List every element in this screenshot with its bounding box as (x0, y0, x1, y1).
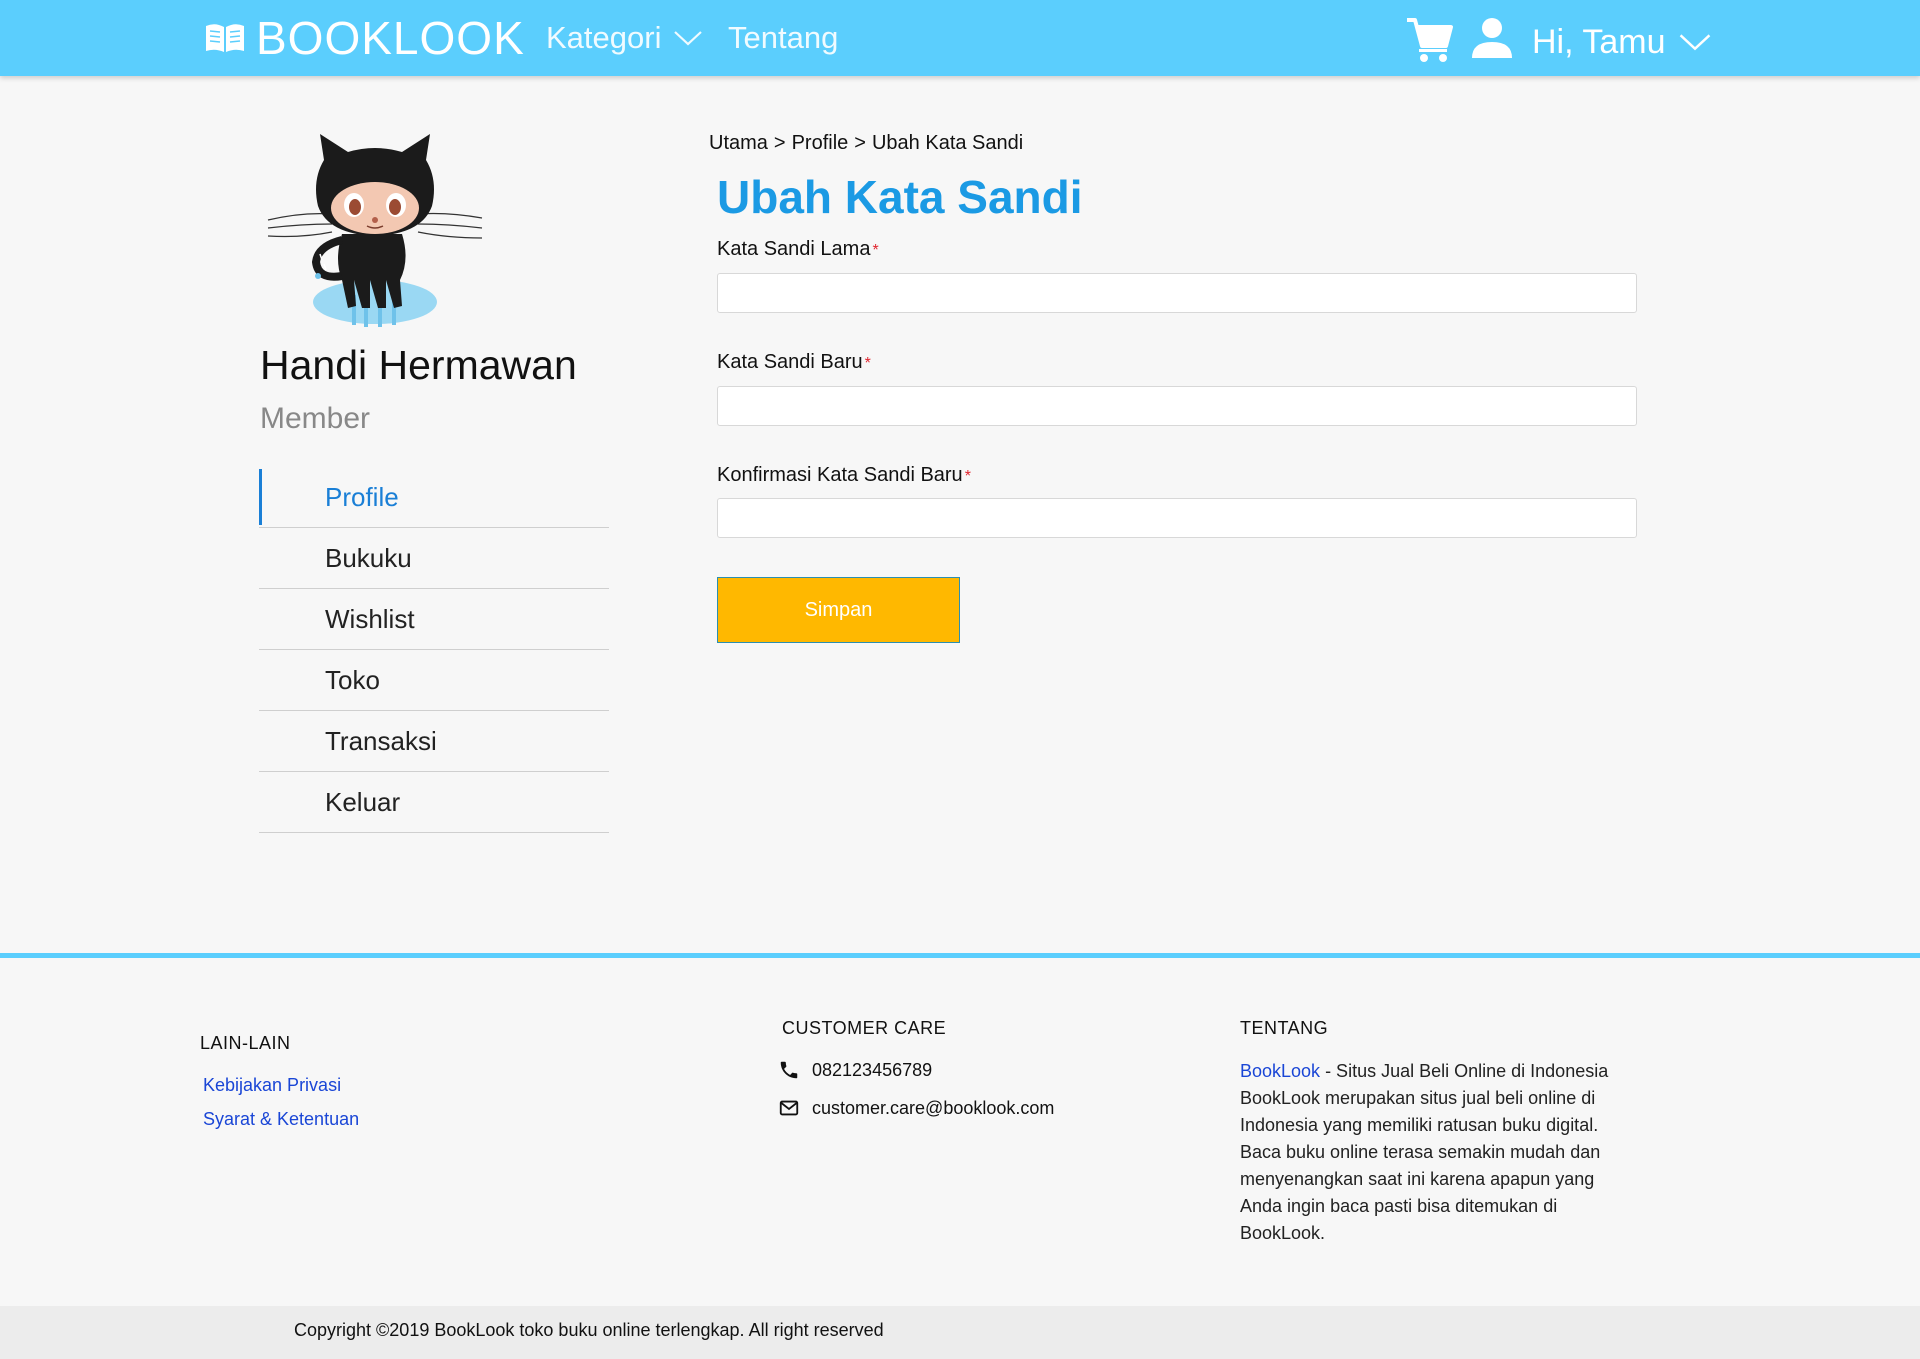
breadcrumb-profile[interactable]: Profile (792, 132, 849, 155)
new-password-input[interactable] (717, 386, 1637, 426)
sidebar-item-label: Toko (325, 664, 380, 695)
sidebar-item-label: Transaksi (325, 725, 437, 756)
old-password-label: Kata Sandi Lama * (717, 238, 879, 261)
sidebar-item-label: Wishlist (325, 603, 415, 634)
avatar (267, 134, 483, 327)
sidebar-item-profile[interactable]: Profile (259, 467, 609, 528)
footer-phone-number: 082123456789 (812, 1059, 933, 1080)
profile-name: Handi Hermawan (260, 342, 577, 388)
footer-email-address: customer.care@booklook.com (812, 1097, 1055, 1118)
sidebar-menu: Profile Bukuku Wishlist Toko Transaksi K… (259, 467, 609, 833)
sidebar-item-transaksi[interactable]: Transaksi (259, 711, 609, 772)
new-password-label: Kata Sandi Baru * (717, 351, 871, 374)
nav-kategori-label: Kategori (546, 20, 662, 55)
book-icon (206, 24, 244, 52)
page-title: Ubah Kata Sandi (717, 171, 1083, 223)
greeting-label: Hi, Tamu (1532, 22, 1666, 61)
nav-kategori-dropdown[interactable]: Kategori (546, 18, 703, 58)
profile-role: Member (260, 402, 371, 435)
mail-icon (779, 1100, 799, 1116)
save-button[interactable]: Simpan (717, 577, 960, 643)
footer-heading-tentang: TENTANG (1240, 1018, 1329, 1038)
confirm-password-label-text: Konfirmasi Kata Sandi Baru (717, 464, 963, 486)
sidebar-item-label: Keluar (325, 786, 401, 817)
breadcrumb-utama[interactable]: Utama (709, 132, 768, 155)
breadcrumb-separator: > (854, 132, 866, 154)
copyright-text: Copyright ©2019 BookLook toko buku onlin… (294, 1320, 884, 1340)
old-password-label-text: Kata Sandi Lama (717, 238, 871, 260)
footer-about-text: BookLook - Situs Jual Beli Online di Ind… (1240, 1058, 1640, 1247)
required-asterisk: * (864, 355, 871, 372)
footer-heading-customer-care: CUSTOMER CARE (782, 1018, 947, 1038)
user-icon[interactable] (1468, 14, 1516, 62)
nav-tentang-link[interactable]: Tentang (728, 18, 838, 58)
footer-heading-lain-lain: LAIN-LAIN (200, 1033, 291, 1053)
breadcrumb-separator: > (773, 132, 786, 154)
footer-brand-link[interactable]: BookLook (1240, 1061, 1320, 1081)
brand-logo[interactable]: BOOKLOOK (204, 10, 525, 66)
phone-icon (780, 1061, 798, 1079)
required-asterisk: * (872, 242, 879, 259)
top-navbar: BOOKLOOK Kategori Tentang Hi, Tamu (0, 0, 1920, 76)
confirm-password-label: Konfirmasi Kata Sandi Baru * (717, 464, 971, 487)
footer-link-syarat-ketentuan[interactable]: Syarat & Ketentuan (203, 1109, 359, 1130)
confirm-password-input[interactable] (717, 498, 1637, 538)
sidebar-item-wishlist[interactable]: Wishlist (259, 589, 609, 650)
chevron-down-icon (674, 31, 703, 46)
sidebar-item-label: Profile (325, 481, 399, 512)
footer-divider (0, 953, 1920, 958)
breadcrumb-current: Ubah Kata Sandi (871, 132, 1024, 154)
old-password-input[interactable] (717, 273, 1637, 313)
sidebar-item-toko[interactable]: Toko (259, 650, 609, 711)
new-password-label-text: Kata Sandi Baru (717, 351, 863, 373)
chevron-down-icon (1679, 34, 1710, 51)
sidebar-item-label: Bukuku (325, 542, 412, 573)
footer-link-kebijakan-privasi[interactable]: Kebijakan Privasi (203, 1075, 341, 1096)
sidebar-item-keluar[interactable]: Keluar (259, 772, 609, 833)
breadcrumb: Utama > Profile > Ubah Kata Sandi (709, 132, 1023, 155)
user-greeting-dropdown[interactable]: Hi, Tamu (1532, 20, 1712, 64)
sidebar-item-bukuku[interactable]: Bukuku (259, 528, 609, 589)
cart-icon[interactable] (1404, 14, 1454, 64)
footer-about-description: - Situs Jual Beli Online di Indonesia Bo… (1240, 1061, 1609, 1243)
required-asterisk: * (964, 468, 971, 485)
brand-name: BOOKLOOK (256, 12, 525, 64)
footer-phone[interactable]: 082123456789 (778, 1059, 932, 1081)
footer-email[interactable]: customer.care@booklook.com (778, 1097, 1054, 1119)
nav-tentang-label: Tentang (728, 20, 839, 55)
copyright-bar: Copyright ©2019 BookLook toko buku onlin… (0, 1306, 1920, 1359)
